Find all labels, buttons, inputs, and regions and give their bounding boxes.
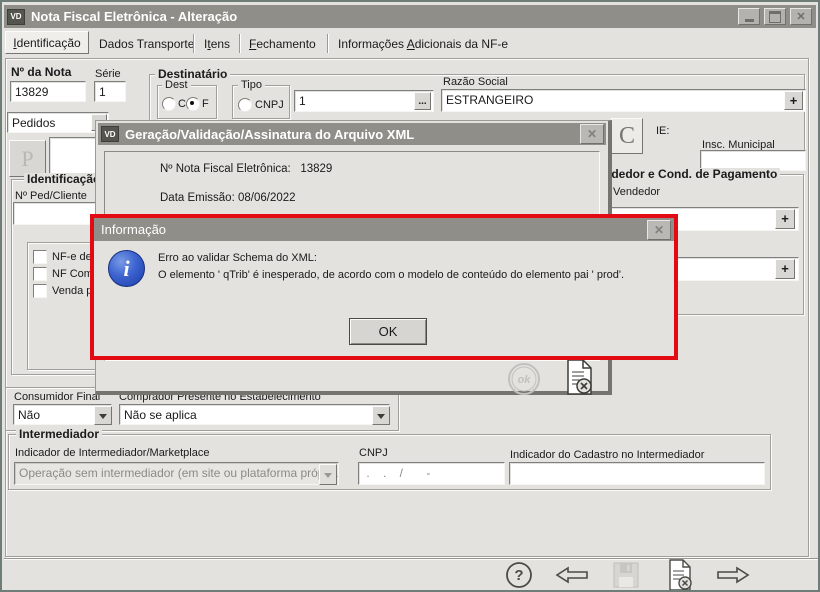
indicador-intermediador-label: Indicador de Intermediador/Marketplace [15,447,210,459]
c-button[interactable]: C [611,118,643,154]
razao-social-input[interactable]: ESTRANGEIRO [441,89,806,112]
checkbox-row[interactable]: Venda pa [33,284,99,298]
xml-nota-line: Nº Nota Fiscal Eletrônica: 13829 [160,163,333,175]
browse-button[interactable]: ... [414,92,431,110]
checkbox-icon[interactable] [33,284,47,298]
error-line1: Erro ao validar Schema do XML: [158,252,317,264]
xml-dialog-titlebar: VD Geração/Validação/Assinatura do Arqui… [98,123,606,145]
help-button[interactable]: ? [505,561,533,590]
arrow-left-icon [555,566,588,584]
tab-dados-transporte[interactable]: Dados Transporte [99,37,194,51]
vendedor-label: Vendedor [613,186,661,198]
minimize-icon [744,19,754,22]
radio-tipo-cnpj[interactable]: CNPJ [238,98,284,112]
cadastro-intermediador-label: Indicador do Cadastro no Intermediador [510,449,705,461]
window-title: Nota Fiscal Eletrônica - Alteração [31,9,238,24]
radio-label: F [202,98,209,110]
tab-separator [193,34,194,53]
forward-button[interactable] [716,564,750,590]
close-icon: ✕ [796,11,806,23]
close-button[interactable]: ✕ [790,8,812,25]
main-titlebar: VD Nota Fiscal Eletrônica - Alteração [4,5,816,28]
tab-separator [239,34,240,53]
indicador-intermediador-select[interactable]: Operação sem intermediador (em site ou p… [14,462,339,485]
xml-ok-button[interactable]: ok [507,362,541,401]
checkbox-icon[interactable] [33,250,47,264]
vendedor-group-title: Vendedor e Cond. de Pagamento [587,168,781,180]
error-dialog-title: Informação [101,222,167,237]
help-icon: ? [506,562,532,588]
tab-separator [327,34,328,53]
tab-itens[interactable]: Itens [204,37,230,51]
ie-label: IE: [656,125,670,137]
toolbar-divider-light [4,559,818,560]
maximize-icon [769,10,781,23]
radio-icon[interactable] [162,97,176,111]
nota-label: Nº da Nota [11,65,72,79]
tab-fechamento[interactable]: Fechamento [249,37,316,51]
ok-circle-icon: ok [508,363,540,395]
identificacao-group-title: Identificação [24,173,104,185]
consumidor-dropdown-icon[interactable] [94,406,112,425]
info-icon-letter: i [123,255,130,281]
svg-text:?: ? [514,567,523,584]
error-dialog-titlebar: Informação ✕ [94,218,674,241]
minimize-button[interactable] [738,8,760,25]
document-x-icon [669,559,692,590]
xml-cancel-button[interactable] [563,359,595,400]
app-icon: VD [7,8,25,25]
radio-dest-f[interactable]: F [186,97,209,111]
consumidor-final-label: Consumidor Final [14,391,101,403]
cadastro-intermediador-input[interactable] [509,462,765,485]
cnpj-label: CNPJ [359,447,388,459]
add-vendedor-button[interactable]: + [775,209,795,229]
save-icon [613,562,639,588]
error-dialog: Informação ✕ i Erro ao validar Schema do… [90,214,678,360]
arrow-right-icon [717,566,750,584]
radio-label: CNPJ [255,99,284,111]
checkbox-icon[interactable] [33,267,47,281]
svg-text:ok: ok [518,374,532,386]
cnpj-input[interactable]: . . / - [358,462,505,485]
tab-identificacao[interactable]: Identificação [5,31,89,54]
radio-icon[interactable] [238,98,252,112]
comprador-dropdown-icon[interactable] [372,406,390,425]
xml-emissao-line: Data Emissão: 08/06/2022 [160,192,296,204]
cancel-document-button[interactable] [666,559,694,590]
radio-dest-c[interactable]: C [162,97,186,111]
add-cond-pagamento-button[interactable]: + [775,259,795,279]
serie-input[interactable]: 1 [94,81,126,102]
comprador-select[interactable]: Não se aplica [119,404,390,425]
razao-social-label: Razão Social [443,76,508,88]
add-razao-social-button[interactable]: + [784,91,803,110]
error-ok-button[interactable]: OK [349,318,427,345]
error-dialog-close-button[interactable]: ✕ [647,219,671,240]
info-icon: i [108,250,145,287]
intermediador-group-title: Intermediador [16,428,103,440]
document-x-icon [567,359,592,395]
error-line2: O elemento ' qTrib' é inesperado, de aco… [158,269,625,281]
maximize-button[interactable] [764,8,786,25]
dest-subgroup-title: Dest [162,79,191,91]
xml-dialog-icon: VD [101,126,119,142]
nota-input[interactable]: 13829 [10,81,86,102]
radio-label: C [178,98,186,110]
xml-dialog-title: Geração/Validação/Assinatura do Arquivo … [125,126,415,142]
tipo-subgroup-title: Tipo [238,79,265,91]
radio-checked-icon[interactable] [186,97,200,111]
destinatario-codigo-input[interactable]: 1 [294,90,434,112]
serie-label: Série [95,68,121,80]
ped-cliente-label: Nº Ped/Cliente [15,190,87,202]
back-button[interactable] [555,564,589,590]
save-button[interactable] [612,561,640,590]
app-window: VD Nota Fiscal Eletrônica - Alteração ✕ … [0,0,820,592]
xml-dialog-close-button[interactable]: ✕ [580,124,604,144]
tab-informacoes-adicionais[interactable]: Informações Adicionais da NF-e [338,37,508,51]
indicador-dropdown-icon [319,464,337,485]
